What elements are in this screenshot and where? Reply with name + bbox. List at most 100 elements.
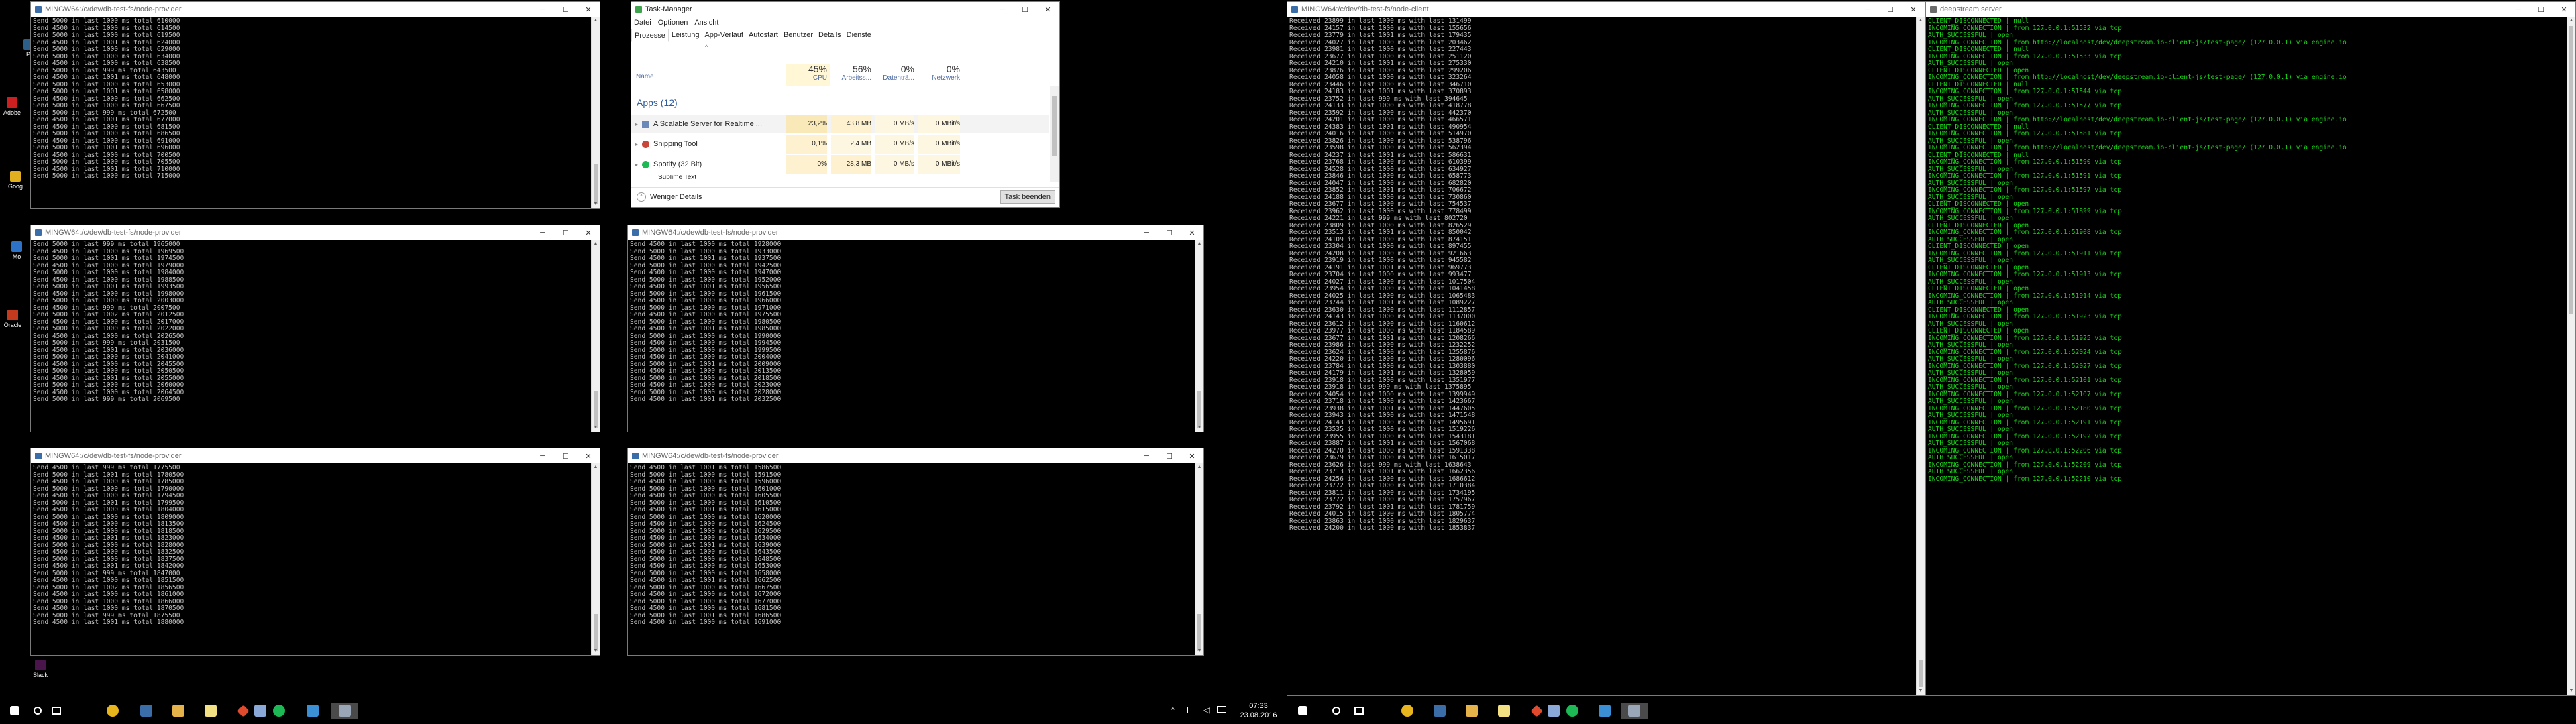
process-row[interactable]: ▸ A Scalable Server for Realtime ... 23,… [631,115,1049,133]
scroll-up-icon[interactable]: ▲ [592,17,600,25]
taskbar-chat[interactable] [1546,703,1562,719]
desktop-icon-oracle[interactable]: Oracle [3,310,23,328]
scrollbar-thumb[interactable] [1197,391,1201,428]
vertical-scrollbar[interactable]: ▲ ▼ [591,17,600,208]
console-output[interactable]: Received 23899 in last 1000 ms with last… [1287,17,1916,695]
tab-benutzer[interactable]: Benutzer [781,29,816,42]
maximize-button[interactable]: ☐ [554,2,577,17]
search-button[interactable] [30,703,46,719]
scroll-up-icon[interactable]: ▲ [1195,240,1203,248]
scroll-down-icon[interactable]: ▼ [592,200,600,208]
console-output[interactable]: Send 4500 in last 999 ms total 1775500 Se… [31,463,591,655]
taskbar-terminal[interactable] [1621,703,1648,719]
scrollbar-thumb[interactable] [1197,614,1201,651]
column-network[interactable]: 0% Netzwerk [918,64,963,82]
end-task-button[interactable]: Task beenden [1000,190,1055,204]
console-output[interactable]: Send 5000 in last 999 ms total 1965000 Se… [31,240,591,432]
task-view-button[interactable] [1351,703,1367,719]
scroll-up-icon[interactable]: ▲ [592,463,600,471]
taskbar-notepad[interactable] [203,703,219,719]
tab-dienste[interactable]: Dienste [844,29,874,42]
terminal-window-provider-1[interactable]: MINGW64:/c/dev/db-test-fs/node-provider … [30,1,600,209]
tab-leistung[interactable]: Leistung [669,29,702,42]
terminal-window-server[interactable]: deepstream server ─ ☐ ✕ CLIENT_DISCONNEC… [1925,1,2576,696]
terminal-window-provider-4[interactable]: MINGW64:/c/dev/db-test-fs/node-provider … [30,448,600,656]
scrollbar-thumb[interactable] [1052,96,1057,156]
menu-optionen[interactable]: Optionen [658,19,688,27]
task-manager-window[interactable]: Task-Manager ─ ☐ ✕ Datei Optionen Ansich… [631,1,1060,208]
scroll-up-icon[interactable]: ▲ [1917,17,1925,25]
taskbar-explorer[interactable] [170,703,186,719]
vertical-scrollbar[interactable]: ▲ ▼ [1916,17,1925,695]
terminal-window-provider-2[interactable]: MINGW64:/c/dev/db-test-fs/node-provider … [30,225,600,432]
close-button[interactable]: ✕ [1181,225,1203,240]
process-list-scrollbar[interactable] [1050,86,1059,182]
taskbar-vscode[interactable] [1597,703,1613,719]
scrollbar-thumb[interactable] [594,391,598,428]
close-button[interactable]: ✕ [577,448,600,463]
maximize-button[interactable]: ☐ [1158,448,1181,463]
vertical-scrollbar[interactable]: ▲ ▼ [591,240,600,432]
terminal-window-provider-3[interactable]: MINGW64:/c/dev/db-test-fs/node-provider … [627,225,1204,432]
desktop-icon-google[interactable]: Goog [5,171,25,190]
taskbar-notepad[interactable] [1496,703,1512,719]
minimize-button[interactable]: ─ [991,2,1014,17]
scroll-down-icon[interactable]: ▼ [2567,687,2575,695]
keyboard-icon[interactable] [1217,706,1226,713]
volume-icon[interactable]: ◁ [1203,705,1210,715]
minimize-button[interactable]: ─ [531,2,554,17]
scroll-down-icon[interactable]: ▼ [592,424,600,432]
scroll-down-icon[interactable]: ▼ [1195,647,1203,655]
terminal-window-client[interactable]: MINGW64:/c/dev/db-test-fs/node-client ─ … [1287,1,1925,696]
title-bar[interactable]: deepstream server ─ ☐ ✕ [1926,2,2575,17]
close-button[interactable]: ✕ [1181,448,1203,463]
scrollbar-thumb[interactable] [594,164,598,204]
console-output[interactable]: CLIENT_DISCONNECTED | null INCOMING_CONNE… [1926,17,2567,695]
chevron-up-icon[interactable]: ^ [1171,707,1175,714]
console-output[interactable]: Send 5000 in last 1000 ms total 610000 Se… [31,17,591,208]
tab-app-verlauf[interactable]: App-Verlauf [702,29,745,42]
taskbar-app[interactable] [1432,703,1448,719]
expand-chevron-icon[interactable]: ▸ [635,162,638,168]
column-name[interactable]: Name [636,73,654,80]
taskbar-chrome[interactable] [1399,703,1415,719]
taskbar-app[interactable] [138,703,154,719]
column-cpu[interactable]: 45% CPU [786,64,830,86]
title-bar[interactable]: MINGW64:/c/dev/db-test-fs/node-client ─ … [1287,2,1925,17]
process-row[interactable]: Sublime Text [631,175,1049,180]
minimize-button[interactable]: ─ [531,448,554,463]
minimize-button[interactable]: ─ [1856,2,1879,17]
expand-chevron-icon[interactable]: ▸ [635,141,638,147]
close-button[interactable]: ✕ [2553,2,2575,17]
minimize-button[interactable]: ─ [1135,225,1158,240]
process-row[interactable]: ▸ Spotify (32 Bit) 0% 28,3 MB 0 MB/s 0 M… [631,155,1049,174]
scroll-down-icon[interactable]: ▼ [1195,424,1203,432]
task-view-button[interactable] [48,703,64,719]
minimize-button[interactable]: ─ [531,225,554,240]
terminal-window-provider-5[interactable]: MINGW64:/c/dev/db-test-fs/node-provider … [627,448,1204,656]
start-button[interactable] [7,703,23,719]
title-bar[interactable]: MINGW64:/c/dev/db-test-fs/node-provider … [31,2,600,17]
chevron-up-icon[interactable]: ^ [637,192,646,202]
scrollbar-thumb[interactable] [594,614,598,651]
close-button[interactable]: ✕ [1036,2,1059,17]
taskbar-spotify[interactable] [271,703,287,719]
group-header-apps[interactable]: Apps (12) [637,97,678,108]
column-disk[interactable]: 0% Datenträ... [875,64,917,82]
scroll-up-icon[interactable]: ▲ [1195,463,1203,471]
maximize-button[interactable]: ☐ [1158,225,1181,240]
scroll-up-icon[interactable]: ▲ [592,240,600,248]
expand-chevron-icon[interactable]: ▸ [635,121,638,127]
tab-details[interactable]: Details [816,29,844,42]
taskbar-terminal[interactable] [331,703,358,719]
taskbar-git[interactable] [235,703,251,719]
fewer-details-link[interactable]: Weniger Details [650,193,702,201]
taskbar-explorer[interactable] [1464,703,1480,719]
tab-prozesse[interactable]: Prozesse [631,29,669,42]
vertical-scrollbar[interactable]: ▲ ▼ [591,463,600,655]
close-button[interactable]: ✕ [577,225,600,240]
process-row[interactable]: ▸ Snipping Tool 0,1% 2,4 MB 0 MB/s 0 MBi… [631,135,1049,154]
console-output[interactable]: Send 4500 in last 1001 ms total 1586500 S… [628,463,1195,655]
title-bar[interactable]: MINGW64:/c/dev/db-test-fs/node-provider … [628,448,1203,463]
close-button[interactable]: ✕ [577,2,600,17]
